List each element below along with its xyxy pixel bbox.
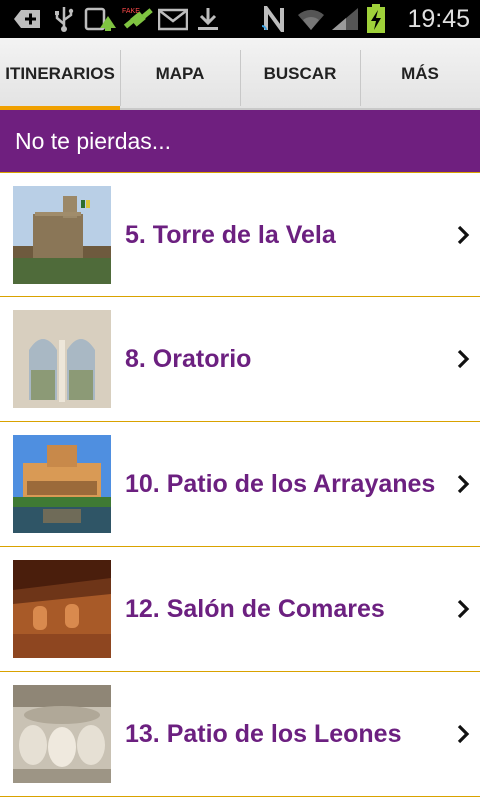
chevron-right-icon (457, 474, 470, 494)
patio-de-los-leones-photo (13, 685, 111, 783)
nfc-icon (261, 6, 284, 32)
chevron-right-icon (457, 599, 470, 619)
salon-de-comares-photo (13, 560, 111, 658)
section-title: No te pierdas... (15, 127, 171, 154)
svg-text:FAKE: FAKE (122, 8, 140, 15)
list-item-torre-de-la-vela[interactable]: 5. Torre de la Vela (0, 172, 480, 297)
clock: 19:45 (407, 5, 470, 33)
torre-de-la-vela-photo (13, 186, 111, 284)
section-banner: No te pierdas... (0, 110, 480, 172)
list-item-oratorio[interactable]: 8. Oratorio (0, 297, 480, 422)
list-item-salon-de-comares[interactable]: 12. Salón de Comares (0, 547, 480, 672)
patio-de-los-arrayanes-photo (13, 435, 111, 533)
gmail-icon (158, 8, 188, 31)
item-label: 12. Salón de Comares (125, 594, 385, 623)
satellite-icon: FAKE (122, 8, 153, 29)
download-icon (198, 8, 218, 30)
chevron-right-icon (457, 349, 470, 369)
tab-bar: ITINERARIOS MAPA BUSCAR MÁS (0, 38, 480, 112)
tab-buscar[interactable]: BUSCAR (240, 38, 360, 110)
upload-icon (84, 7, 116, 31)
list-item-patio-de-los-leones[interactable]: 13. Patio de los Leones (0, 672, 480, 797)
wifi-icon (298, 9, 324, 30)
item-label: 10. Patio de los Arrayanes (125, 469, 436, 498)
item-label: 8. Oratorio (125, 344, 252, 373)
battery-charging-icon (367, 4, 385, 33)
list-item-patio-de-los-arrayanes[interactable]: 10. Patio de los Arrayanes (0, 422, 480, 547)
tab-itinerarios[interactable]: ITINERARIOS (0, 38, 120, 112)
signal-icon (332, 8, 358, 30)
chevron-right-icon (457, 724, 470, 744)
usb-icon (55, 7, 74, 32)
item-label: 5. Torre de la Vela (125, 220, 336, 249)
status-bar: FAKE 19:45 (0, 0, 480, 38)
tab-mas[interactable]: MÁS (360, 38, 480, 110)
tab-mapa[interactable]: MAPA (120, 38, 240, 110)
item-label: 13. Patio de los Leones (125, 719, 402, 748)
itinerary-list: 5. Torre de la Vela 8. Oratorio 10. Pati… (0, 172, 480, 797)
chevron-right-icon (457, 225, 470, 244)
add-notification-icon (14, 10, 40, 28)
oratorio-photo (13, 310, 111, 408)
